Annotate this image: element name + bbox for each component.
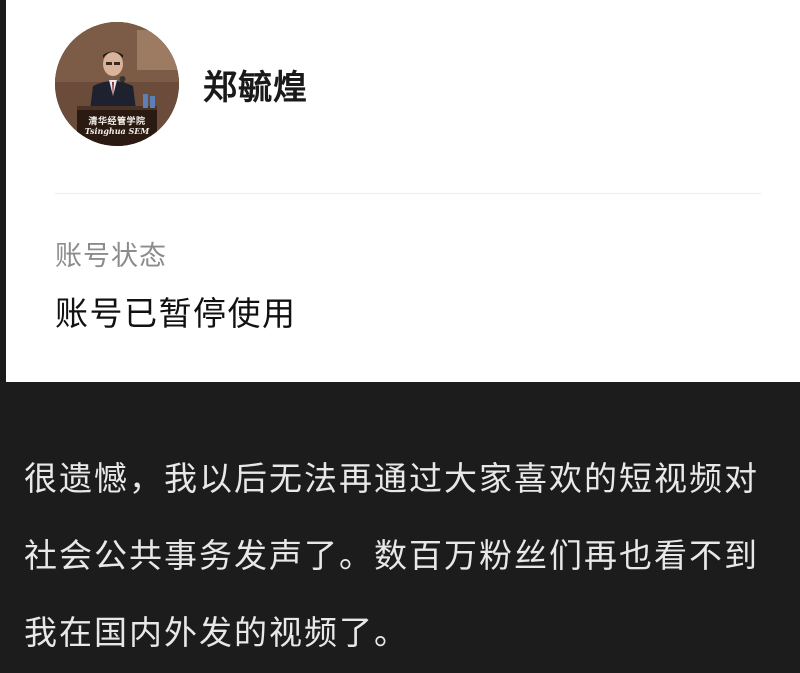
- message-line: 社会公共事务发声了。数百万粉丝们再也看不到: [24, 536, 759, 575]
- account-card: 清华经管学院 Tsinghua SEM 郑毓煌 账号状态 账号已暂停使用: [0, 0, 800, 382]
- account-status-label: 账号状态: [55, 241, 167, 272]
- message-text: 很遗憾，我以后无法再通过大家喜欢的短视频对 社会公共事务发声了。数百万粉丝们再也…: [24, 440, 784, 671]
- account-status-value: 账号已暂停使用: [55, 294, 297, 333]
- message-line: 我在国内外发的视频了。: [24, 613, 409, 652]
- avatar[interactable]: 清华经管学院 Tsinghua SEM: [55, 22, 179, 146]
- avatar-podium-caption: 清华经管学院 Tsinghua SEM: [55, 117, 179, 137]
- avatar-caption-en: Tsinghua SEM: [84, 126, 150, 137]
- message-line: 很遗憾，我以后无法再通过大家喜欢的短视频对: [24, 459, 759, 498]
- user-name: 郑毓煌: [203, 67, 308, 108]
- card-edge: [0, 0, 6, 382]
- profile-header: 清华经管学院 Tsinghua SEM 郑毓煌: [55, 22, 308, 146]
- divider: [55, 193, 761, 194]
